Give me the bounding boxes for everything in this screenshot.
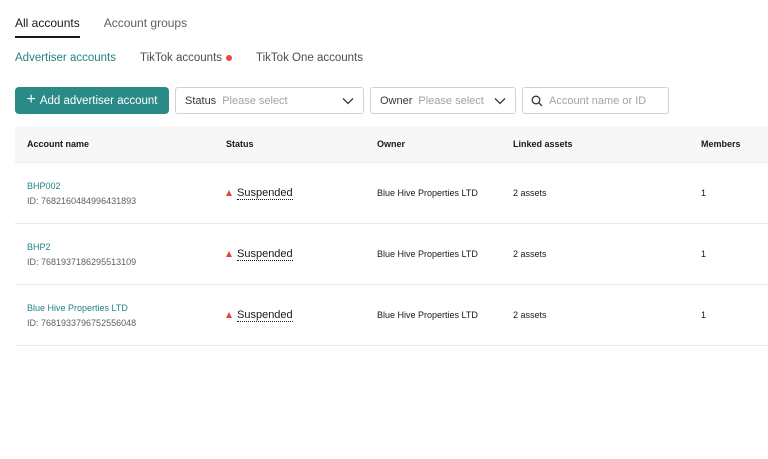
tab-tiktok-one-accounts[interactable]: TikTok One accounts xyxy=(256,52,363,64)
status-cell: Suspended xyxy=(226,309,377,322)
tab-label: Advertiser accounts xyxy=(15,52,116,64)
table-row: Blue Hive Properties LTD ID: 76819337967… xyxy=(15,285,768,346)
top-tabs: All accounts Account groups xyxy=(15,0,187,38)
tab-account-groups[interactable]: Account groups xyxy=(104,0,187,38)
owner-cell: Blue Hive Properties LTD xyxy=(377,188,478,198)
owner-cell: Blue Hive Properties LTD xyxy=(377,310,478,320)
linked-assets-cell: 2 assets xyxy=(513,310,547,320)
notification-dot xyxy=(226,55,233,61)
add-advertiser-account-button[interactable]: + Add advertiser account xyxy=(15,87,169,114)
accounts-table: Account name Status Owner Linked assets … xyxy=(15,126,768,346)
members-cell: 1 xyxy=(701,249,707,259)
members-cell: 1 xyxy=(701,188,707,198)
owner-filter-placeholder: Please select xyxy=(418,94,484,107)
status-cell: Suspended xyxy=(226,187,377,200)
tab-advertiser-accounts[interactable]: Advertiser accounts xyxy=(15,52,116,64)
search-placeholder: Account name or ID xyxy=(549,94,647,107)
account-cell: Blue Hive Properties LTD ID: 76819337967… xyxy=(15,303,226,328)
sub-tabs: Advertiser accounts TikTok accounts TikT… xyxy=(15,52,363,64)
status-text[interactable]: Suspended xyxy=(237,309,293,322)
table-header: Account name Status Owner Linked assets … xyxy=(15,126,768,163)
account-id: ID: 7681933796752556048 xyxy=(27,317,137,328)
owner-filter[interactable]: Owner Please select xyxy=(370,87,516,114)
status-cell: Suspended xyxy=(226,248,377,261)
account-id: ID: 7682160484996431893 xyxy=(27,195,137,206)
status-text[interactable]: Suspended xyxy=(237,248,293,261)
status-filter-label: Status xyxy=(185,94,217,107)
account-cell: BHP002 ID: 7682160484996431893 xyxy=(15,181,226,206)
table-row: BHP002 ID: 7682160484996431893 Suspended… xyxy=(15,163,768,224)
column-header-members: Members xyxy=(701,139,741,149)
account-id: ID: 7681937186295513109 xyxy=(27,256,137,267)
status-filter[interactable]: Status Please select xyxy=(175,87,364,114)
add-button-label: Add advertiser account xyxy=(39,94,158,107)
search-input[interactable]: Account name or ID xyxy=(522,87,669,114)
plus-icon: + xyxy=(26,90,36,108)
account-name-link[interactable]: BHP2 xyxy=(27,242,226,252)
tab-label: TikTok One accounts xyxy=(256,52,363,64)
account-name-link[interactable]: Blue Hive Properties LTD xyxy=(27,303,226,313)
owner-filter-label: Owner xyxy=(380,94,413,107)
warning-icon xyxy=(226,190,232,196)
column-header-linked-assets: Linked assets xyxy=(513,139,573,149)
column-header-status: Status xyxy=(226,139,254,149)
chevron-down-icon xyxy=(494,97,506,104)
warning-icon xyxy=(226,312,232,318)
status-text[interactable]: Suspended xyxy=(237,187,293,200)
toolbar: + Add advertiser account Status Please s… xyxy=(15,87,669,114)
members-cell: 1 xyxy=(701,310,707,320)
column-header-owner: Owner xyxy=(377,139,406,149)
account-name-link[interactable]: BHP002 xyxy=(27,181,226,191)
tab-label: TikTok accounts xyxy=(140,52,223,64)
tab-tiktok-accounts[interactable]: TikTok accounts xyxy=(140,52,233,64)
linked-assets-cell: 2 assets xyxy=(513,188,547,198)
column-header-account-name: Account name xyxy=(27,139,90,149)
table-row: BHP2 ID: 7681937186295513109 Suspended B… xyxy=(15,224,768,285)
linked-assets-cell: 2 assets xyxy=(513,249,547,259)
warning-icon xyxy=(226,251,232,257)
owner-cell: Blue Hive Properties LTD xyxy=(377,249,478,259)
status-filter-placeholder: Please select xyxy=(222,94,288,107)
chevron-down-icon xyxy=(342,97,354,104)
tab-all-accounts[interactable]: All accounts xyxy=(15,0,80,38)
account-cell: BHP2 ID: 7681937186295513109 xyxy=(15,242,226,267)
search-icon xyxy=(531,95,543,106)
